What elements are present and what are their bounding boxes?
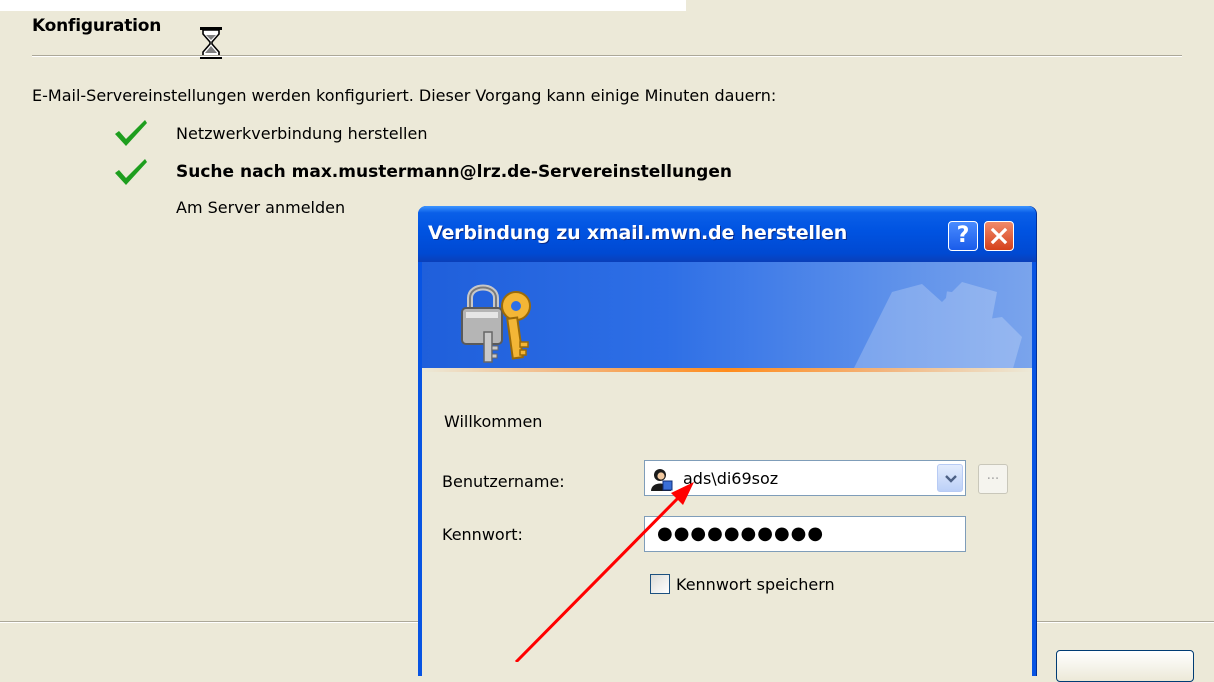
step-server-search: Suche nach max.mustermann@lrz.de-Servere… (176, 162, 732, 182)
intro-text: E-Mail-Servereinstellungen werden konfig… (32, 86, 777, 105)
keys-icon (461, 284, 531, 363)
banner-accent-line (422, 368, 1032, 372)
section-title: Konfiguration (32, 16, 162, 36)
dialog-title: Verbindung zu xmail.mwn.de herstellen (428, 222, 848, 244)
step-network: Netzwerkverbindung herstellen (176, 124, 428, 143)
close-button[interactable] (984, 221, 1014, 251)
close-icon (990, 227, 1008, 245)
browse-button[interactable]: ... (978, 464, 1008, 494)
dialog-titlebar[interactable]: Verbindung zu xmail.mwn.de herstellen ? (418, 206, 1036, 262)
help-button[interactable]: ? (948, 221, 978, 251)
username-combobox[interactable]: ads\di69soz (644, 460, 966, 496)
checkmark-icon (115, 120, 147, 146)
dropdown-button[interactable] (937, 464, 963, 492)
title-divider (32, 55, 1182, 57)
top-white-strip (0, 0, 686, 11)
username-value: ads\di69soz (683, 469, 779, 488)
step-server-login: Am Server anmelden (176, 198, 346, 217)
password-field[interactable]: ●●●●●●●●●● (644, 516, 966, 552)
login-dialog: Verbindung zu xmail.mwn.de herstellen ? (418, 206, 1036, 676)
password-label: Kennwort: (442, 525, 523, 544)
username-label: Benutzername: (442, 472, 565, 491)
dialog-banner (422, 262, 1032, 372)
welcome-text: Willkommen (444, 412, 543, 431)
checkmark-icon (115, 159, 147, 185)
remember-password-label[interactable]: Kennwort speichern (676, 575, 835, 594)
user-icon (651, 469, 673, 491)
chevron-down-icon (945, 475, 957, 483)
password-value: ●●●●●●●●●● (657, 523, 825, 544)
remember-password-checkbox[interactable] (650, 574, 670, 594)
wizard-button[interactable] (1056, 650, 1194, 682)
dialog-body: Willkommen Benutzername: ads\di69soz ...… (422, 262, 1032, 676)
